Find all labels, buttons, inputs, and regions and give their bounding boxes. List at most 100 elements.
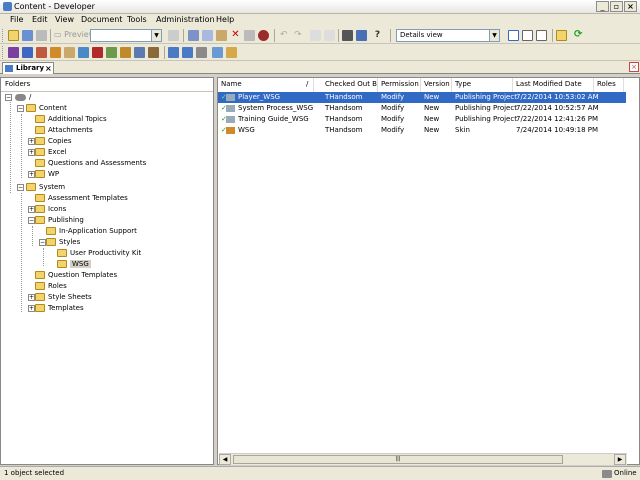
folder-icon [26, 104, 36, 112]
table-row[interactable]: ✓ Player_WSG THandsom Modify New Publish… [218, 92, 626, 103]
tree-item-attachments[interactable]: Attachments [35, 125, 93, 136]
tree-item-user-productivity-kit[interactable]: User Productivity Kit [57, 248, 141, 259]
toolbar-grip[interactable] [2, 29, 5, 42]
column-header-checked-out-by[interactable]: Checked Out By [322, 78, 378, 92]
tab-close-icon[interactable]: × [45, 63, 52, 74]
folder-up-icon[interactable] [556, 30, 567, 41]
preview-options-icon[interactable] [168, 30, 179, 41]
minimize-button[interactable]: _ [596, 1, 609, 12]
menu-edit[interactable]: Edit [32, 15, 48, 24]
record-icon[interactable] [50, 47, 61, 58]
table-row[interactable]: ✓ WSG THandsom Modify New Skin 7/24/2014… [218, 125, 626, 136]
skin-icon [226, 127, 235, 134]
expand-icon[interactable]: + [28, 206, 35, 213]
menu-administration[interactable]: Administration [156, 15, 215, 24]
preview-select[interactable]: ▼ [90, 29, 162, 42]
import-icon[interactable] [106, 47, 117, 58]
paste-icon[interactable] [216, 30, 227, 41]
scrollbar-thumb[interactable]: ||| [233, 455, 563, 464]
tree-item-assessment-templates[interactable]: Assessment Templates [35, 193, 128, 204]
link-icon[interactable] [134, 47, 145, 58]
column-header-last-modified[interactable]: Last Modified Date [513, 78, 594, 92]
delete-icon[interactable]: ✕ [230, 30, 241, 41]
collapse-icon[interactable]: − [17, 105, 24, 112]
collapse-icon[interactable]: − [39, 239, 46, 246]
copy-icon[interactable] [202, 30, 213, 41]
package-icon[interactable] [64, 47, 75, 58]
column-header-type[interactable]: Type [452, 78, 513, 92]
row-permission: Modify [381, 104, 405, 112]
spell-check-icon[interactable] [356, 30, 367, 41]
split-vertical-icon[interactable] [536, 30, 547, 41]
close-button[interactable]: × [624, 1, 637, 12]
row-version: New [424, 126, 440, 134]
column-header-permission[interactable]: Permission [378, 78, 421, 92]
tree-item-question-templates[interactable]: Question Templates [35, 270, 117, 281]
expand-icon[interactable]: + [28, 138, 35, 145]
new-module-icon[interactable] [8, 47, 19, 58]
assessment-icon[interactable] [148, 47, 159, 58]
expand-icon[interactable]: + [28, 294, 35, 301]
scroll-left-icon[interactable]: ◀ [219, 454, 231, 465]
horizontal-scrollbar[interactable]: ◀ ||| ▶ [219, 453, 627, 465]
check-in-icon[interactable] [182, 47, 193, 58]
tree-item-in-application-support[interactable]: In-Application Support [46, 226, 137, 237]
save-icon[interactable] [22, 30, 33, 41]
row-permission: Modify [381, 115, 405, 123]
table-row[interactable]: ✓ System Process_WSG THandsom Modify New… [218, 103, 626, 114]
indent-icon[interactable] [310, 30, 321, 41]
expand-icon[interactable]: + [28, 171, 35, 178]
split-horizontal-icon[interactable] [522, 30, 533, 41]
tree-item-wsg[interactable]: WSG [57, 259, 91, 270]
menu-help[interactable]: Help [216, 15, 234, 24]
outdent-icon[interactable] [324, 30, 335, 41]
tree-item-roles[interactable]: Roles [35, 281, 67, 292]
details-view-icon[interactable] [508, 30, 519, 41]
collapse-icon[interactable]: − [5, 94, 12, 101]
web-page-icon[interactable] [78, 47, 89, 58]
menu-view[interactable]: View [55, 15, 74, 24]
row-checked-out-by: THandsom [325, 115, 363, 123]
settings-icon[interactable] [120, 47, 131, 58]
find-icon[interactable] [258, 30, 269, 41]
new-section-icon[interactable] [22, 47, 33, 58]
collapse-icon[interactable]: − [28, 217, 35, 224]
expand-icon[interactable]: + [28, 149, 35, 156]
cut-icon[interactable] [188, 30, 199, 41]
row-name: Training Guide_WSG [238, 115, 309, 123]
column-header-version[interactable]: Version [421, 78, 452, 92]
maximize-button[interactable]: ▫ [610, 1, 623, 12]
help-icon[interactable]: ? [372, 30, 383, 41]
undo-icon[interactable]: ↶ [280, 30, 291, 41]
history-icon[interactable] [196, 47, 207, 58]
row-checked-out-by: THandsom [325, 104, 363, 112]
folder-new-icon[interactable] [8, 30, 19, 41]
expand-icon[interactable]: + [28, 305, 35, 312]
tree-item-additional-topics[interactable]: Additional Topics [35, 114, 107, 125]
tree-item-questions-assessments[interactable]: Questions and Assessments [35, 158, 146, 169]
tree-line [32, 226, 33, 246]
column-header-name[interactable]: Name / [218, 78, 314, 92]
view-select[interactable]: Details view ▼ [396, 29, 500, 42]
check-out-icon[interactable] [168, 47, 179, 58]
column-header-roles[interactable]: Roles [594, 78, 624, 92]
table-row[interactable]: ✓ Training Guide_WSG THandsom Modify New… [218, 114, 626, 125]
publish-icon[interactable] [92, 47, 103, 58]
toolbar-grip[interactable] [2, 46, 5, 59]
state-icon[interactable] [212, 47, 223, 58]
binoculars-icon[interactable] [342, 30, 353, 41]
window-title: Content - Developer [14, 2, 95, 11]
refresh-icon[interactable]: ⟳ [574, 30, 585, 41]
menu-file[interactable]: File [10, 15, 23, 24]
tab-library[interactable]: Library × [2, 62, 54, 74]
role-icon[interactable] [226, 47, 237, 58]
scroll-right-icon[interactable]: ▶ [614, 454, 626, 465]
properties-icon[interactable] [244, 30, 255, 41]
redo-icon[interactable]: ↷ [294, 30, 305, 41]
collapse-icon[interactable]: − [17, 184, 24, 191]
menu-tools[interactable]: Tools [127, 15, 147, 24]
print-icon[interactable] [36, 30, 47, 41]
menu-document[interactable]: Document [81, 15, 122, 24]
pane-close-icon[interactable]: × [629, 62, 639, 72]
new-topic-icon[interactable] [36, 47, 47, 58]
